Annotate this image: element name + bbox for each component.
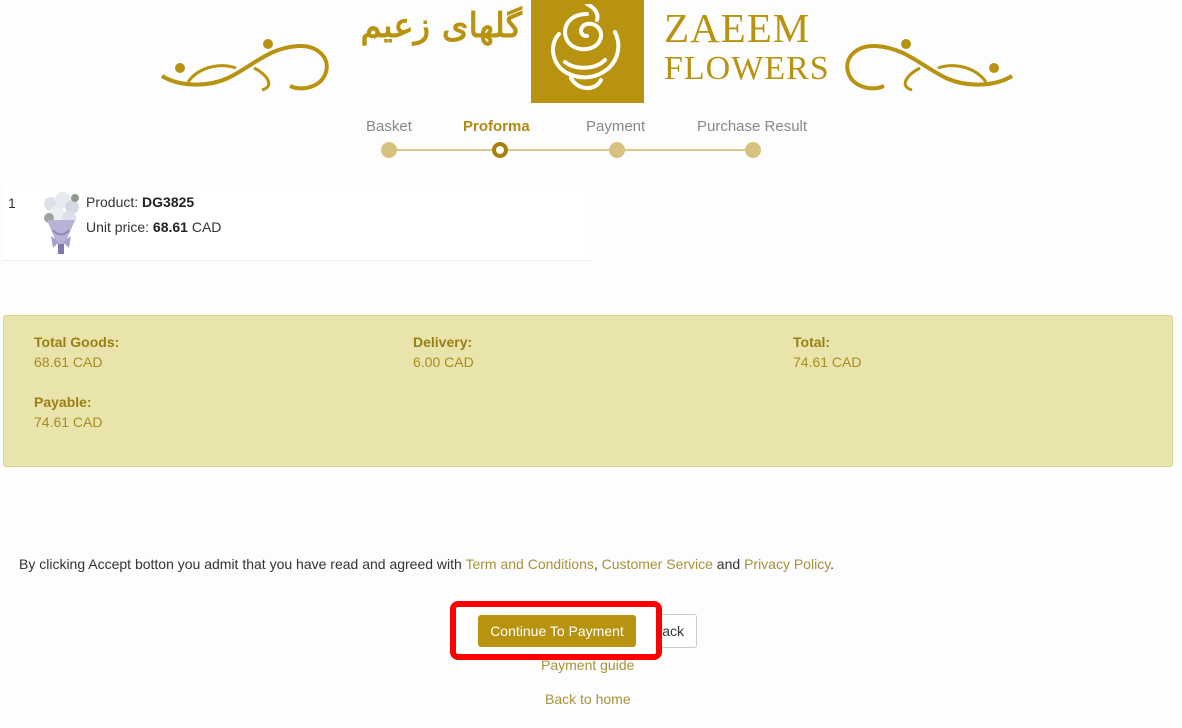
product-card: 1 Product: DG3825 Unit price: 68.61 CAD [3,185,590,261]
total: Total: 74.61 CAD [793,332,861,372]
payable: Payable: 74.61 CAD [34,392,102,432]
brand-line-2: FLOWERS [664,50,830,87]
row-number: 1 [8,195,16,211]
brand-english-name: ZAEEM FLOWERS [664,8,830,89]
agreement-comma: , [593,556,602,572]
back-to-home-link[interactable]: Back to home [545,691,631,707]
total-label: Total: [793,334,831,350]
product-code-line: Product: DG3825 [86,194,194,210]
product-code: DG3825 [142,194,195,210]
step-purchase-result-label: Purchase Result [697,118,808,135]
brand-persian-name: گلهای زعیم [360,6,522,46]
step-payment-label: Payment [586,118,646,135]
payable-label: Payable: [34,394,92,410]
delivery-value: 6.00 CAD [413,354,474,370]
agreement-and: and [712,556,745,572]
delivery-label: Delivery: [413,334,473,350]
unit-price-label: Unit price: [86,219,153,235]
site-header: گلهای زعیم ZAEEM FLOWERS [0,0,1182,110]
step-purchase-result-dot [745,142,761,158]
brand-line-1: ZAEEM [664,5,811,51]
total-goods-label: Total Goods: [34,334,120,350]
brand-logo [531,0,644,103]
total-goods: Total Goods: 68.61 CAD [34,332,119,372]
bouquet-icon[interactable] [39,190,83,256]
payment-guide-link[interactable]: Payment guide [541,657,634,673]
rose-icon [551,4,621,90]
flourish-right-ornament [845,39,1014,92]
terms-link[interactable]: Term and Conditions [465,556,593,572]
product-label: Product: [86,194,143,210]
customer-service-link[interactable]: Customer Service [602,556,713,572]
checkout-steps: Basket Proforma Payment Purchase Result [340,112,836,164]
step-basket-label[interactable]: Basket [366,118,412,135]
step-payment-dot [609,142,625,158]
delivery: Delivery: 6.00 CAD [413,332,474,372]
agreement-text: By clicking Accept botton you admit that… [19,556,834,572]
steps-progress-line [388,149,753,151]
step-proforma-label: Proforma [463,118,530,135]
continue-to-payment-button[interactable]: Continue To Payment [478,615,636,647]
currency-label: CAD [187,219,222,235]
step-proforma-dot [492,142,508,158]
step-basket-dot[interactable] [381,142,397,158]
agreement-intro: By clicking Accept botton you admit that… [19,556,466,572]
total-value: 74.61 CAD [793,354,862,370]
agreement-period: . [830,556,835,572]
payable-value: 74.61 CAD [34,414,103,430]
unit-price-line: Unit price: 68.61 CAD [86,219,221,235]
order-summary: Total Goods: 68.61 CAD Delivery: 6.00 CA… [3,315,1173,467]
total-goods-value: 68.61 CAD [34,354,103,370]
privacy-policy-link[interactable]: Privacy Policy [744,556,830,572]
flourish-left-ornament [160,39,329,92]
unit-price-value: 68.61 [152,219,188,235]
